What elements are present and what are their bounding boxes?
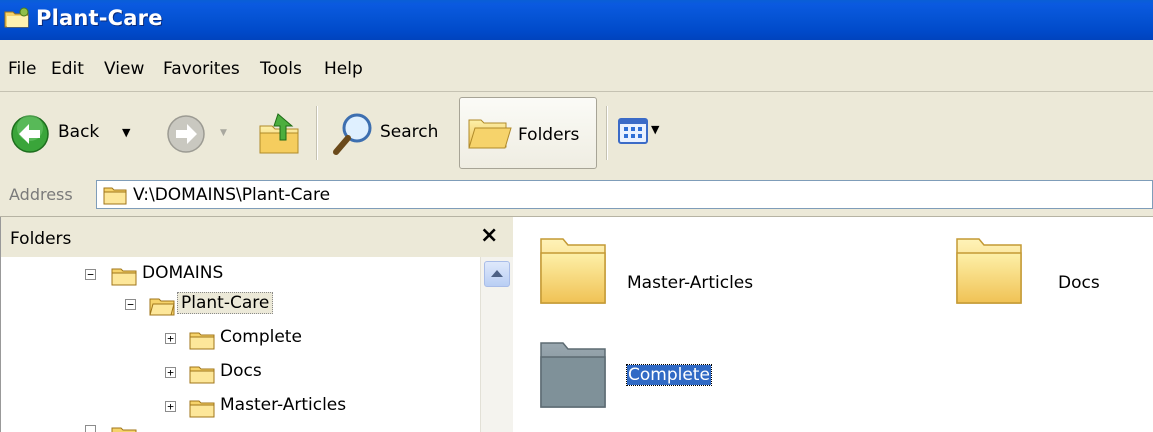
menu-edit[interactable]: Edit bbox=[51, 59, 84, 79]
up-folder-button[interactable] bbox=[258, 108, 302, 156]
tree-scrollbar[interactable] bbox=[480, 257, 513, 432]
explorer-window: Plant-Care File Edit View Favorites Tool… bbox=[0, 0, 1153, 432]
tree-item-partial[interactable] bbox=[85, 425, 285, 432]
tree-item-label: Docs bbox=[220, 361, 262, 381]
tree-item-docs[interactable]: + Docs bbox=[165, 358, 465, 388]
folder-icon bbox=[189, 400, 215, 418]
folder-item-label: Complete bbox=[626, 364, 712, 386]
toolbar: Back ▼ ▼ Search Folders ▼ bbox=[0, 92, 1153, 175]
folder-icon bbox=[111, 268, 137, 286]
folders-icon bbox=[468, 119, 512, 149]
folder-item-label: Docs bbox=[1058, 273, 1100, 293]
expand-icon[interactable]: + bbox=[165, 401, 176, 412]
open-folder-icon bbox=[149, 298, 175, 316]
tree-item-complete[interactable]: + Complete bbox=[165, 324, 465, 354]
folder-window-icon bbox=[4, 7, 29, 28]
folder-icon bbox=[540, 238, 606, 304]
address-bar: Address V:\DOMAINS\Plant-Care bbox=[0, 174, 1153, 217]
views-icon bbox=[618, 118, 648, 144]
scroll-up-icon[interactable] bbox=[484, 261, 510, 287]
folder-icon bbox=[540, 342, 606, 408]
folders-label: Folders bbox=[518, 125, 580, 145]
title-bar[interactable]: Plant-Care bbox=[0, 0, 1153, 40]
folder-item-master-articles[interactable]: Master-Articles bbox=[537, 231, 837, 311]
menu-favorites[interactable]: Favorites bbox=[163, 59, 240, 79]
folders-button[interactable]: Folders bbox=[459, 97, 597, 169]
tree-item-master-articles[interactable]: + Master-Articles bbox=[165, 392, 465, 422]
expand-icon[interactable]: + bbox=[165, 333, 176, 344]
toolbar-separator bbox=[606, 106, 607, 160]
folder-item-docs[interactable]: Docs bbox=[953, 231, 1153, 311]
address-value: V:\DOMAINS\Plant-Care bbox=[133, 185, 331, 205]
window-title: Plant-Care bbox=[36, 6, 163, 30]
folder-icon bbox=[189, 332, 215, 350]
folders-pane-header: Folders × bbox=[0, 217, 513, 257]
close-icon[interactable]: × bbox=[480, 223, 498, 248]
tree-item-label: Plant-Care bbox=[177, 292, 274, 314]
forward-arrow-icon bbox=[167, 115, 205, 153]
views-button[interactable]: ▼ bbox=[618, 116, 664, 152]
tree-item-plant-care[interactable]: − Plant-Care bbox=[125, 290, 425, 320]
search-icon bbox=[333, 113, 372, 155]
views-dropdown-icon[interactable]: ▼ bbox=[651, 123, 659, 136]
tree-item-label: DOMAINS bbox=[142, 263, 224, 283]
address-label: Address bbox=[9, 185, 73, 204]
menu-bar: File Edit View Favorites Tools Help bbox=[0, 40, 1153, 93]
expand-icon[interactable] bbox=[85, 425, 96, 432]
tree-item-domains[interactable]: − DOMAINS bbox=[85, 260, 385, 290]
folders-pane-title: Folders bbox=[10, 229, 72, 249]
folder-item-complete[interactable]: Complete bbox=[537, 335, 837, 415]
folder-icon bbox=[189, 366, 215, 384]
search-label: Search bbox=[380, 122, 439, 142]
collapse-icon[interactable]: − bbox=[85, 269, 96, 280]
menu-file[interactable]: File bbox=[8, 59, 36, 79]
back-arrow-icon bbox=[11, 115, 49, 153]
menu-view[interactable]: View bbox=[104, 59, 144, 79]
folder-icon bbox=[103, 187, 127, 205]
toolbar-separator bbox=[316, 106, 317, 160]
expand-icon[interactable]: + bbox=[165, 367, 176, 378]
folder-icon bbox=[111, 427, 137, 432]
folders-pane: Folders × − DOMAINS − Plant-Care + Compl… bbox=[0, 217, 513, 432]
menu-tools[interactable]: Tools bbox=[260, 59, 302, 79]
folder-tree: − DOMAINS − Plant-Care + Complete + Docs… bbox=[0, 257, 481, 432]
tree-item-label: Master-Articles bbox=[220, 395, 347, 415]
folder-item-label: Master-Articles bbox=[627, 273, 754, 293]
up-folder-icon bbox=[259, 113, 299, 154]
back-label: Back bbox=[58, 122, 100, 142]
forward-dropdown-icon[interactable]: ▼ bbox=[220, 128, 227, 138]
forward-button[interactable]: ▼ bbox=[166, 114, 236, 154]
back-dropdown-icon[interactable]: ▼ bbox=[122, 126, 130, 139]
back-button[interactable]: Back ▼ bbox=[10, 114, 150, 154]
address-field[interactable]: V:\DOMAINS\Plant-Care bbox=[96, 180, 1153, 209]
tree-item-label: Complete bbox=[220, 327, 302, 347]
folder-icon bbox=[956, 238, 1022, 304]
menu-help[interactable]: Help bbox=[324, 59, 363, 79]
collapse-icon[interactable]: − bbox=[125, 299, 136, 310]
search-button[interactable]: Search bbox=[330, 108, 446, 158]
file-list: Master-Articles Docs Complete bbox=[513, 217, 1153, 432]
